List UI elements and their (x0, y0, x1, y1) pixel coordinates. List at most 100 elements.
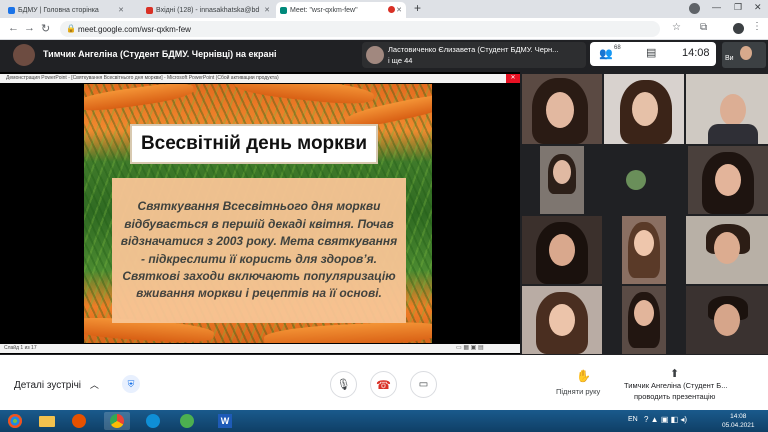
participant-tile[interactable] (686, 286, 768, 354)
forward-icon[interactable]: → (24, 22, 35, 34)
participant-tile[interactable] (522, 74, 602, 144)
participant-tile[interactable] (522, 216, 602, 284)
tray-icons[interactable]: ? ▲ ▣ ◧ ◂) (644, 415, 687, 424)
close-tab-icon[interactable]: ✕ (396, 6, 402, 14)
participant-face (632, 92, 658, 126)
camera-icon: ▭ (418, 379, 429, 390)
maximize-icon[interactable]: ❐ (734, 2, 742, 13)
participant-face (714, 232, 740, 264)
slide-title: Всесвітній день моркви (130, 124, 378, 164)
slide: Всесвітній день моркви Святкування Всесв… (84, 84, 432, 343)
powerpoint-status-bar: Слайд 1 из 17 ▭ ▦ ▣ ▤ (0, 344, 520, 353)
profile-icon[interactable] (689, 3, 700, 14)
taskbar-date: 05.04.2021 (722, 422, 755, 429)
shield-icon[interactable]: ⛨ (122, 375, 140, 393)
participant-tile[interactable] (622, 286, 666, 354)
account-avatar[interactable] (733, 23, 744, 34)
participant-face (715, 164, 741, 196)
participant-tile[interactable] (686, 74, 768, 144)
edge-icon (146, 414, 160, 428)
self-face (740, 46, 752, 60)
minimize-icon[interactable]: — (712, 2, 721, 12)
taskbar-explorer[interactable] (34, 412, 60, 430)
meeting-clock: 14:08 (682, 47, 710, 59)
participant-tile[interactable] (522, 286, 602, 354)
powerpoint-close-icon[interactable]: ✕ (506, 74, 520, 83)
raise-hand-icon[interactable]: ✋ (576, 369, 591, 383)
tab-label: Meet: "wsr-qxkm-few" (290, 6, 358, 14)
start-button[interactable] (2, 412, 28, 430)
close-tab-icon[interactable]: ✕ (118, 6, 124, 14)
meet-favicon-icon (280, 6, 287, 14)
participant-face (634, 300, 654, 326)
taskbar-media[interactable] (66, 412, 92, 430)
people-count: 68 (614, 45, 621, 51)
participant-face (720, 94, 746, 126)
presenter-avatar (13, 44, 35, 66)
close-window-icon[interactable]: ✕ (754, 2, 762, 13)
slide-body-text: Святкування Всесвітнього дня моркви відб… (112, 178, 406, 323)
participant-face (553, 160, 571, 184)
view-buttons-icon[interactable]: ▭ ▦ ▣ ▤ (456, 344, 484, 353)
presenting-name[interactable]: Тимчик Ангеліна (Студент Б... (624, 381, 727, 390)
participant-face (549, 304, 575, 336)
taskbar-word[interactable]: W (212, 412, 238, 430)
microphone-icon: 🎙 (336, 379, 351, 391)
torrent-icon (180, 414, 194, 428)
menu-icon[interactable]: ⋮ (752, 21, 762, 32)
participant-tile[interactable] (540, 146, 584, 214)
participant-avatar (366, 46, 384, 64)
presenter-title: Тимчик Ангеліна (Студент БДМУ. Чернівці)… (43, 49, 277, 59)
taskbar-clock[interactable]: 14:08 05.04.2021 (722, 412, 755, 430)
hang-up-icon: ☎ (376, 377, 391, 392)
participant-tile[interactable] (686, 216, 768, 284)
chat-icon[interactable]: ▤ (646, 46, 656, 59)
tab-bdmu[interactable]: БДМУ | Головна сторінка ✕ (4, 2, 128, 18)
close-tab-icon[interactable]: ✕ (264, 6, 270, 14)
star-icon[interactable]: ☆ (672, 22, 681, 33)
other-participants-chip[interactable]: Ластовиченко Єлизавета (Студент БДМУ. Че… (362, 42, 586, 68)
carrot-image (233, 84, 375, 108)
tab-label: БДМУ | Головна сторінка (18, 6, 99, 14)
bdmu-favicon-icon (8, 6, 15, 14)
taskbar-edge[interactable] (140, 412, 166, 430)
participant-face (634, 230, 654, 256)
reload-icon[interactable]: ↻ (41, 22, 50, 35)
chrome-icon (110, 414, 124, 428)
camera-button[interactable]: ▭ (410, 371, 437, 398)
meeting-details-button[interactable]: Деталі зустрічі ︿ (14, 378, 99, 391)
media-player-icon (72, 414, 86, 428)
lock-icon: 🔒 (66, 24, 76, 33)
presenting-status: проводить презентацію (634, 392, 716, 401)
raise-hand-label[interactable]: Підняти руку (556, 387, 600, 396)
self-view-tile[interactable]: Ви (722, 42, 766, 68)
participant-tile[interactable] (688, 146, 768, 214)
new-tab-button[interactable]: + (414, 1, 421, 15)
microphone-button[interactable]: 🎙 (330, 371, 357, 398)
gmail-icon (146, 6, 153, 14)
taskbar-torrent[interactable] (174, 412, 200, 430)
tab-meet[interactable]: Meet: "wsr-qxkm-few" ✕ (276, 2, 406, 18)
self-label: Ви (725, 55, 734, 62)
back-icon[interactable]: ← (8, 22, 19, 34)
participant-tile[interactable] (622, 216, 666, 284)
present-screen-icon[interactable]: ⬆ (670, 367, 679, 380)
people-icon[interactable]: 👥 (599, 47, 613, 60)
language-indicator[interactable]: EN (628, 416, 638, 423)
windows-logo-icon (8, 414, 22, 428)
participant-tile[interactable] (604, 74, 684, 144)
participant-face (549, 234, 575, 266)
tab-gmail[interactable]: Вхідні (128) - innasakhatska@bd ✕ (142, 2, 274, 18)
taskbar-chrome[interactable] (104, 412, 130, 430)
extensions-icon[interactable]: ⧉ (700, 22, 707, 33)
chevron-up-icon: ︿ (89, 380, 99, 390)
meeting-details-label: Деталі зустрічі (14, 380, 82, 391)
participant-tile[interactable] (586, 146, 686, 214)
participant-face (714, 304, 740, 336)
url-field[interactable]: 🔒 meet.google.com/wsr-qxkm-few (60, 21, 660, 37)
word-icon: W (218, 414, 232, 428)
others-name: Ластовиченко Єлизавета (Студент БДМУ. Че… (388, 45, 559, 54)
browser-tab-bar: БДМУ | Головна сторінка ✕ Вхідні (128) -… (0, 0, 768, 18)
participant-avatar (626, 170, 646, 190)
leave-call-button[interactable]: ☎ (370, 371, 397, 398)
